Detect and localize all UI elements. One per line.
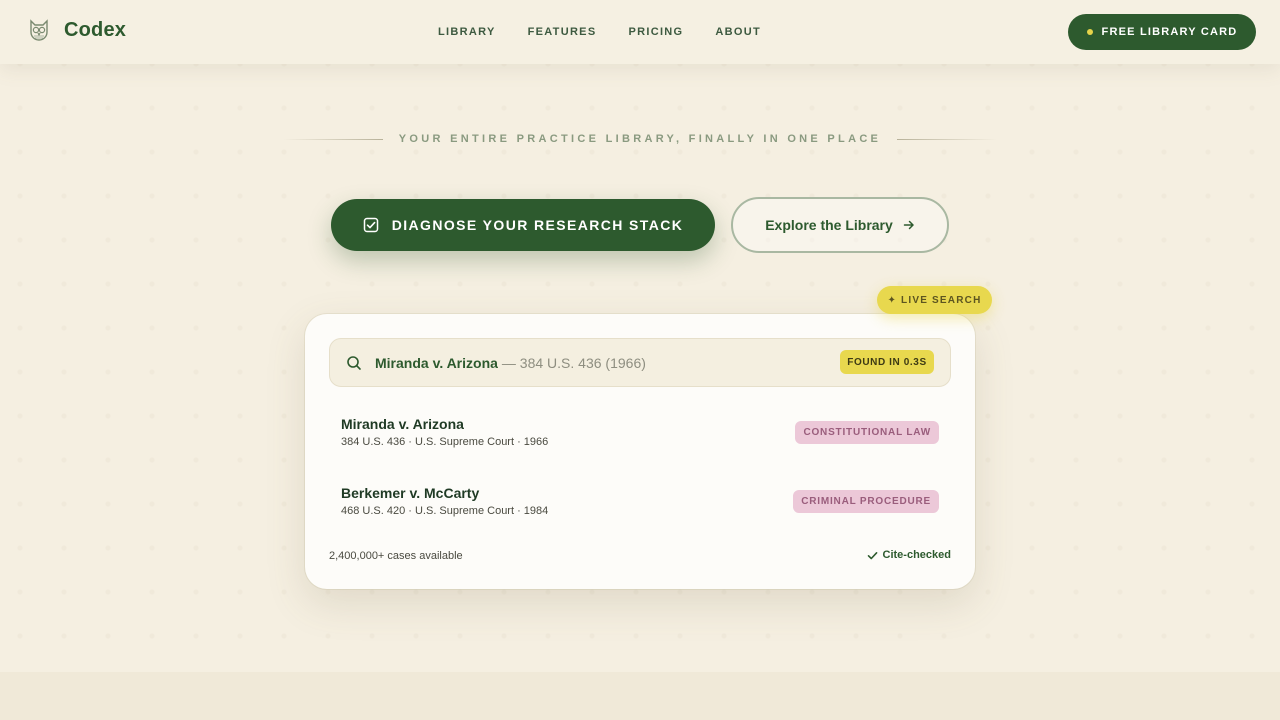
diagnose-button-label: DIAGNOSE YOUR RESEARCH STACK (391, 217, 684, 233)
cite-checked-label: Cite-checked (882, 549, 951, 561)
free-library-card-label: FREE LIBRARY CARD (1101, 26, 1238, 38)
next-section-band (0, 672, 1280, 720)
nav-about[interactable]: ABOUT (715, 26, 761, 38)
live-search-badge: ✦ LIVE SEARCH (877, 286, 992, 314)
result-tag: CRIMINAL PROCEDURE (793, 490, 939, 513)
checkbox-icon (363, 217, 378, 233)
diagnose-research-stack-button[interactable]: DIAGNOSE YOUR RESEARCH STACK (331, 199, 715, 251)
cite-checked-status: Cite-checked (867, 549, 951, 561)
result-meta: 468 U.S. 420 · U.S. Supreme Court · 1984 (341, 505, 549, 517)
arrow-right-icon (903, 220, 914, 230)
main-nav: LIBRARY FEATURES PRICING ABOUT (438, 26, 761, 38)
status-dot-icon (1086, 29, 1093, 35)
result-title: Berkemer v. McCarty (341, 485, 480, 501)
found-time-badge: FOUND IN 0.3S (840, 350, 934, 374)
brand-name: Codex (64, 18, 127, 41)
result-title: Miranda v. Arizona (341, 416, 464, 432)
result-meta: 384 U.S. 436 · U.S. Supreme Court · 1966 (341, 436, 549, 448)
tagline-divider-right (897, 138, 998, 140)
owl-logo-icon (30, 19, 48, 41)
search-query: Miranda v. Arizona (375, 354, 498, 371)
nav-pricing[interactable]: PRICING (628, 26, 683, 38)
result-row[interactable]: Miranda v. Arizona 384 U.S. 436 · U.S. S… (329, 410, 951, 468)
brand[interactable]: Codex (28, 18, 126, 42)
result-tag: CONSTITUTIONAL LAW (795, 421, 939, 444)
result-row[interactable]: Berkemer v. McCarty 468 U.S. 420 · U.S. … (329, 479, 951, 537)
case-count: 2,400,000+ cases available (329, 550, 463, 562)
check-icon (867, 551, 877, 559)
explore-button-label: Explore the Library (765, 217, 893, 233)
site-header: Codex LIBRARY FEATURES PRICING ABOUT FRE… (0, 0, 1280, 64)
hero-tagline: YOUR ENTIRE PRACTICE LIBRARY, FINALLY IN… (0, 133, 1280, 145)
free-library-card-button[interactable]: FREE LIBRARY CARD (1068, 14, 1256, 50)
tagline-divider-left (282, 138, 383, 140)
nav-features[interactable]: FEATURES (528, 26, 597, 38)
nav-library[interactable]: LIBRARY (438, 26, 496, 38)
search-icon (347, 355, 361, 370)
search-query-citation: — 384 U.S. 436 (1966) (501, 354, 646, 371)
search-demo-card: Miranda v. Arizona — 384 U.S. 436 (1966)… (305, 314, 975, 589)
explore-library-button[interactable]: Explore the Library (731, 197, 949, 253)
tagline-text: YOUR ENTIRE PRACTICE LIBRARY, FINALLY IN… (398, 133, 882, 145)
search-input[interactable]: Miranda v. Arizona — 384 U.S. 436 (1966)… (329, 338, 951, 387)
